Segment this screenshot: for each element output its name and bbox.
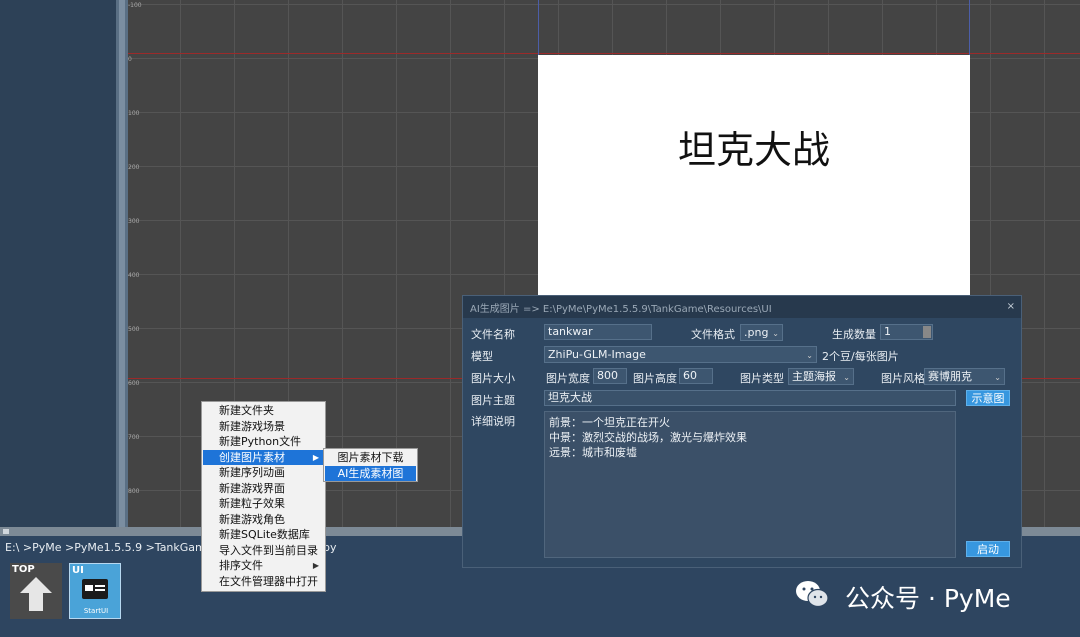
dialog-titlebar[interactable]: AI生成图片 => E:\PyMe\PyMe1.5.5.9\TankGame\R…: [463, 296, 1021, 318]
menu-item-new-folder[interactable]: 新建文件夹: [203, 403, 324, 419]
detail-line: 中景：激烈交战的战场，激光与爆炸效果: [549, 431, 747, 444]
sample-image-button[interactable]: 示意图: [966, 390, 1010, 406]
ruler-label: 700: [128, 434, 140, 441]
ruler-label: 200: [128, 164, 140, 171]
detail-label: 详细说明: [471, 415, 515, 428]
file-format-label: 文件格式: [691, 328, 735, 341]
cost-text: 2个豆/每张图片: [822, 350, 899, 363]
ruler-label: 300: [128, 218, 140, 225]
count-value: 1: [884, 325, 891, 338]
chevron-down-icon: ⌄: [772, 329, 779, 338]
stepper-down-icon[interactable]: [923, 332, 931, 338]
type-value: 主题海报: [792, 370, 836, 383]
size-label: 图片大小: [471, 372, 515, 385]
menu-item-create-image[interactable]: 创建图片素材 ▶: [203, 449, 324, 465]
ui-file-tile[interactable]: UI StartUI: [69, 563, 121, 619]
file-name-label: 文件名称: [471, 328, 515, 341]
dialog-title: AI生成图片 => E:\PyMe\PyMe1.5.5.9\TankGame\R…: [470, 304, 772, 315]
scrollbar-track[interactable]: [119, 0, 125, 527]
scene-title-text[interactable]: 坦克大战: [538, 119, 970, 174]
chevron-down-icon: ⌄: [994, 373, 1001, 382]
menu-item-import[interactable]: 导入文件到当前目录: [203, 543, 324, 559]
ruler-label: 400: [128, 272, 140, 279]
ruler-label: -100: [128, 2, 142, 9]
breadcrumb[interactable]: E:\ >PyMe >PyMe1.5.5.9 >TankGame >: [5, 541, 225, 554]
submenu-item-download[interactable]: 图片素材下载: [325, 450, 416, 465]
style-label: 图片风格: [881, 372, 925, 385]
model-select[interactable]: ZhiPu-GLM-Image ⌄: [544, 346, 817, 363]
chevron-down-icon: ⌄: [806, 351, 813, 360]
submenu-arrow-icon: ▶: [312, 561, 319, 570]
menu-item-new-python[interactable]: 新建Python文件: [203, 434, 324, 450]
detail-line: 远景：城市和废墟: [549, 446, 637, 459]
ruler-label: 800: [128, 488, 140, 495]
up-arrow-icon: [20, 577, 52, 611]
submenu-item-ai-generate[interactable]: AI生成素材图: [325, 466, 416, 481]
chevron-down-icon: ⌄: [843, 373, 850, 382]
ruler-label: 0: [128, 56, 132, 63]
ruler-label: 600: [128, 380, 140, 387]
context-menu: 新建文件夹 新建游戏场景 新建Python文件 创建图片素材 ▶ 新建序列动画 新…: [201, 401, 326, 592]
count-label: 生成数量: [832, 328, 876, 341]
height-label: 图片高度: [633, 372, 677, 385]
menu-item-label: 排序文件: [219, 559, 263, 572]
file-format-value: .png: [744, 326, 769, 339]
model-label: 模型: [471, 350, 493, 363]
type-label: 图片类型: [740, 372, 784, 385]
ai-image-dialog: AI生成图片 => E:\PyMe\PyMe1.5.5.9\TankGame\R…: [462, 295, 1022, 568]
scene-background[interactable]: 坦克大战: [538, 55, 970, 305]
folder-up-tile[interactable]: TOP: [10, 563, 62, 619]
menu-item-new-scene[interactable]: 新建游戏场景: [203, 419, 324, 435]
detail-textarea[interactable]: 前景：一个坦克正在开火 中景：激烈交战的战场，激光与爆炸效果 远景：城市和废墟: [544, 411, 956, 558]
watermark-text: 公众号 · PyMe: [845, 584, 1011, 613]
menu-item-sort[interactable]: 排序文件 ▶: [203, 558, 324, 574]
menu-item-new-animation[interactable]: 新建序列动画: [203, 465, 324, 481]
width-label: 图片宽度: [546, 372, 590, 385]
menu-item-new-ui[interactable]: 新建游戏界面: [203, 481, 324, 497]
style-value: 赛博朋克: [928, 370, 972, 383]
menu-item-label: 创建图片素材: [219, 450, 285, 464]
submenu: 图片素材下载 AI生成素材图: [323, 448, 418, 482]
file-name-input[interactable]: tankwar: [544, 324, 652, 340]
menu-item-new-sqlite[interactable]: 新建SQLite数据库: [203, 527, 324, 543]
start-button[interactable]: 启动: [966, 541, 1010, 557]
style-select[interactable]: 赛博朋克 ⌄: [924, 368, 1005, 385]
menu-item-new-role[interactable]: 新建游戏角色: [203, 512, 324, 528]
count-stepper[interactable]: 1: [880, 324, 933, 340]
origin-line-horizontal: [128, 53, 1080, 54]
scene-edge-right: [969, 0, 970, 55]
menu-item-open-explorer[interactable]: 在文件管理器中打开: [203, 574, 324, 590]
close-icon[interactable]: ×: [1007, 301, 1015, 312]
theme-input[interactable]: 坦克大战: [544, 390, 956, 406]
width-input[interactable]: 800: [593, 368, 627, 384]
scene-edge-left: [538, 0, 539, 55]
model-value: ZhiPu-GLM-Image: [548, 348, 646, 361]
wechat-icon: [796, 581, 829, 608]
left-panel: [0, 0, 116, 527]
ruler-label: 500: [128, 326, 140, 333]
menu-item-new-particle[interactable]: 新建粒子效果: [203, 496, 324, 512]
type-select[interactable]: 主题海报 ⌄: [788, 368, 854, 385]
file-format-select[interactable]: .png ⌄: [740, 324, 783, 341]
detail-line: 前景：一个坦克正在开火: [549, 416, 670, 429]
ruler-label: 100: [128, 110, 140, 117]
scrollbar-grip[interactable]: [3, 529, 9, 534]
submenu-arrow-icon: ▶: [312, 452, 319, 462]
vertical-scrollbar[interactable]: [116, 0, 128, 527]
tile-caption: StartUI: [83, 607, 109, 615]
height-input[interactable]: 60: [679, 368, 713, 384]
theme-label: 图片主题: [471, 394, 515, 407]
